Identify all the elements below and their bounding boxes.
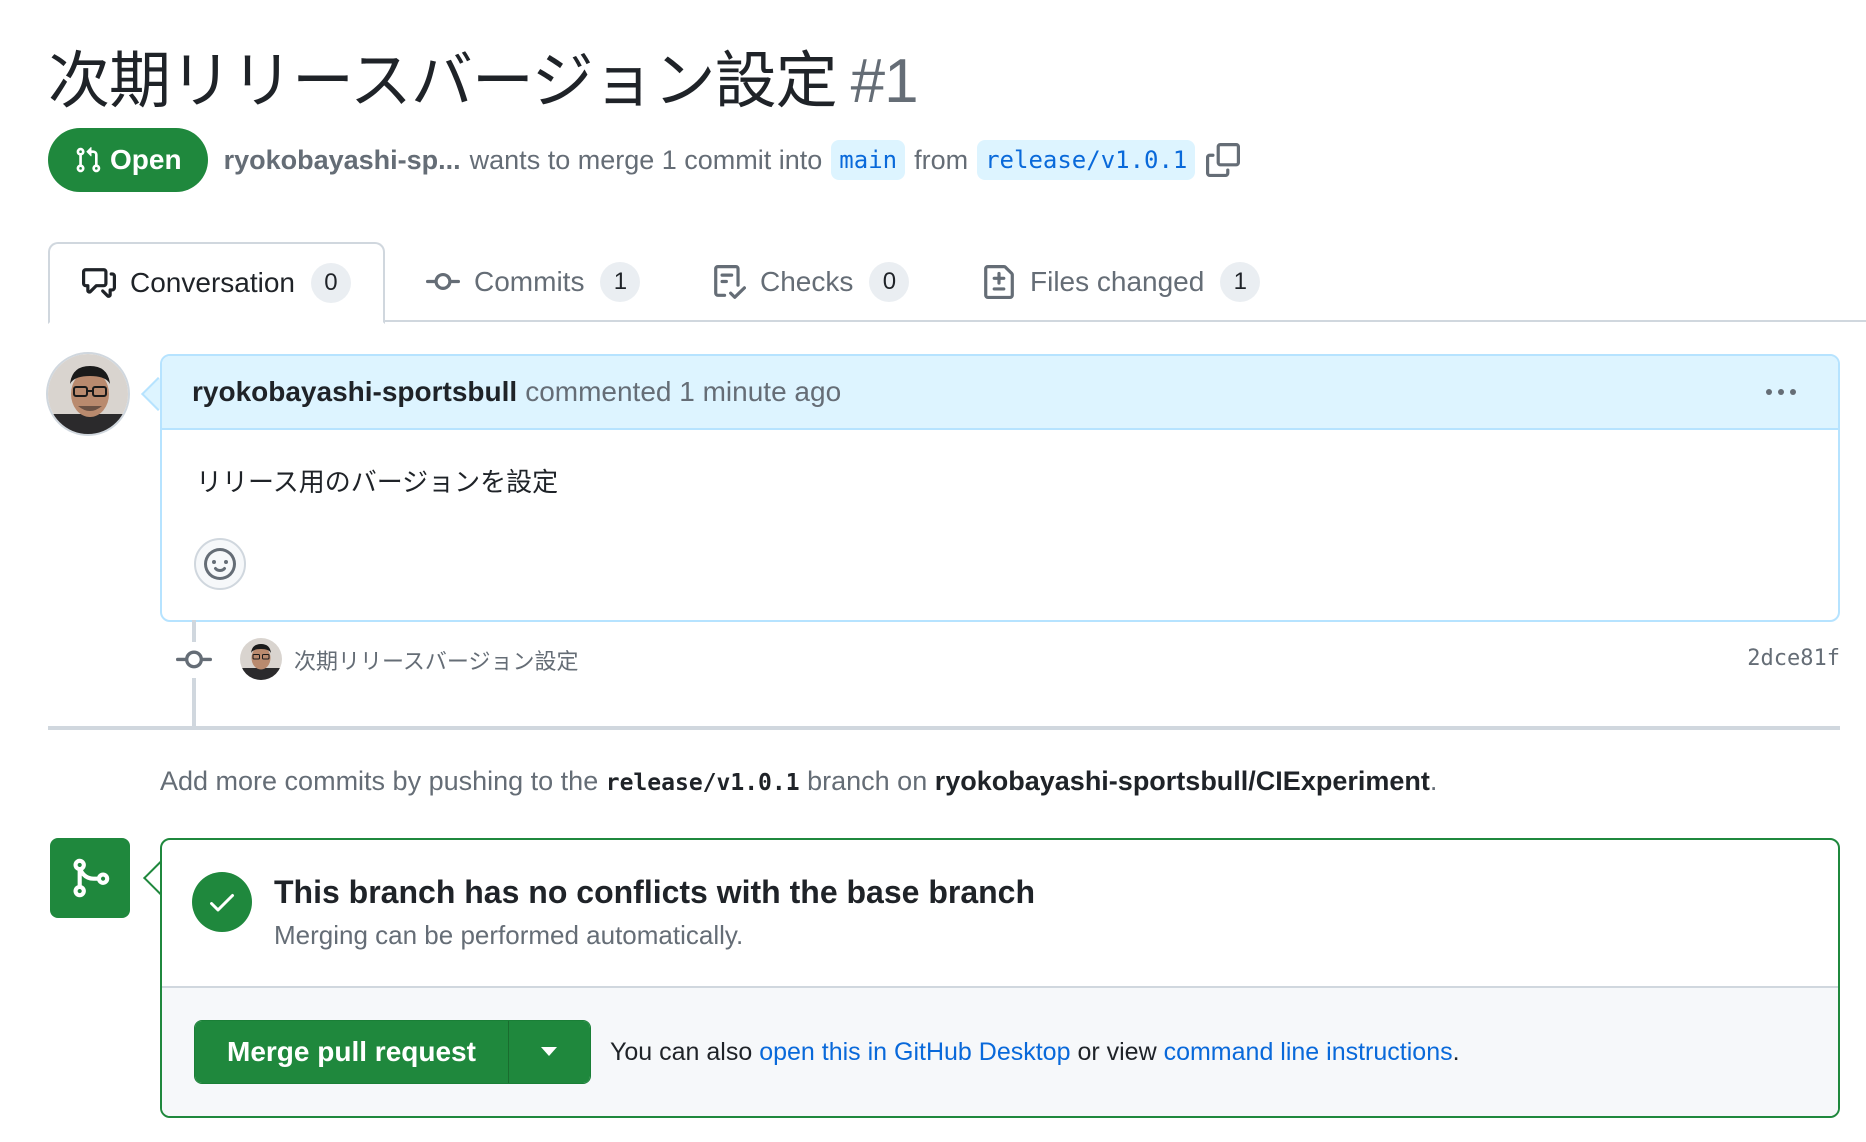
- pr-title: 次期リリースバージョン設定 #1: [48, 30, 919, 120]
- push-hint-branch: release/v1.0.1: [605, 770, 800, 796]
- user-avatar-image: [48, 354, 128, 434]
- merge-status-section: This branch has no conflicts with the ba…: [162, 840, 1838, 988]
- commit-sha-link[interactable]: 2dce81f: [1747, 646, 1840, 671]
- git-merge-icon: [73, 858, 110, 898]
- from-text: from: [914, 144, 969, 175]
- state-label: Open: [110, 144, 182, 175]
- push-hint-prefix: Add more commits by pushing to the: [160, 766, 599, 796]
- pr-header-meta: Open ryokobayashi-sp... wants to merge 1…: [48, 128, 1241, 192]
- tab-commits[interactable]: Commits 1: [426, 242, 641, 322]
- user-avatar-image: [240, 638, 282, 680]
- state-badge: Open: [48, 128, 208, 192]
- base-branch-label[interactable]: main: [831, 140, 906, 180]
- merge-alternatives-text: You can also open this in GitHub Desktop…: [610, 1038, 1460, 1067]
- pr-tabs: Conversation 0 Commits 1 Checks 0 Files …: [48, 242, 1866, 324]
- tab-commits-counter: 1: [600, 262, 641, 302]
- merge-status-icon: [50, 838, 130, 918]
- tab-commits-label: Commits: [474, 266, 585, 297]
- tab-files-changed-counter: 1: [1220, 262, 1261, 302]
- git-commit-icon: [426, 272, 460, 290]
- pr-author-link[interactable]: ryokobayashi-sp...: [224, 145, 461, 176]
- comment-header: ryokobayashi-sportsbull commented 1 minu…: [162, 356, 1838, 430]
- push-hint-repo: ryokobayashi-sportsbull/CIExperiment: [934, 766, 1430, 796]
- triangle-down-icon: [541, 1047, 558, 1056]
- kebab-horizontal-icon[interactable]: [1756, 370, 1806, 414]
- merge-status-subtext: Merging can be performed automatically.: [274, 920, 744, 950]
- tab-conversation-counter: 0: [310, 263, 351, 303]
- comment-box: ryokobayashi-sportsbull commented 1 minu…: [160, 354, 1840, 622]
- commit-author-avatar[interactable]: [240, 638, 282, 680]
- avatar[interactable]: [46, 352, 130, 436]
- checklist-icon: [714, 265, 746, 299]
- head-branch-label[interactable]: release/v1.0.1: [977, 140, 1196, 180]
- comment-body: リリース用のバージョンを設定: [196, 468, 559, 498]
- merge-description: wants to merge 1 commit into: [469, 144, 823, 175]
- comment-discussion-icon: [82, 268, 116, 298]
- merge-button-group: Merge pull request: [194, 1020, 591, 1084]
- timeline-divider: [48, 726, 1840, 730]
- commit-message-link[interactable]: 次期リリースバージョン設定: [294, 644, 578, 676]
- pr-title-text: 次期リリースバージョン設定: [48, 44, 838, 117]
- git-pull-request-icon: [76, 147, 101, 173]
- file-diff-icon: [984, 265, 1014, 299]
- command-line-instructions-link[interactable]: command line instructions: [1164, 1038, 1453, 1066]
- tab-conversation-label: Conversation: [130, 267, 295, 298]
- merge-alt-suffix: .: [1452, 1038, 1460, 1066]
- push-hint-suffix: .: [1429, 766, 1438, 796]
- comment-timestamp[interactable]: commented 1 minute ago: [525, 376, 841, 408]
- pr-number: #1: [850, 47, 919, 116]
- add-reaction-button[interactable]: [194, 538, 246, 590]
- merge-box: This branch has no conflicts with the ba…: [160, 838, 1840, 1118]
- merge-alt-middle: or view: [1077, 1038, 1157, 1066]
- merge-alt-prefix: You can also: [610, 1038, 753, 1066]
- merge-pull-request-button[interactable]: Merge pull request: [195, 1021, 508, 1083]
- push-hint-middle: branch on: [807, 766, 928, 796]
- open-in-github-desktop-link[interactable]: open this in GitHub Desktop: [759, 1038, 1070, 1066]
- git-commit-icon: [176, 642, 212, 678]
- merge-status-heading: This branch has no conflicts with the ba…: [274, 874, 1036, 910]
- smiley-icon: [204, 548, 236, 580]
- comment-author-link[interactable]: ryokobayashi-sportsbull: [192, 376, 517, 408]
- tab-conversation[interactable]: Conversation 0: [48, 242, 385, 324]
- check-circle-icon: [192, 872, 252, 932]
- merge-actions: Merge pull request You can also open thi…: [162, 988, 1838, 1116]
- merge-method-dropdown-button[interactable]: [507, 1021, 590, 1083]
- tab-files-changed[interactable]: Files changed 1: [982, 242, 1261, 322]
- tab-files-changed-label: Files changed: [1030, 266, 1205, 297]
- timeline-commit-item: 次期リリースバージョン設定 2dce81f: [176, 640, 1840, 682]
- tab-checks[interactable]: Checks 0: [712, 242, 910, 322]
- check-icon: [210, 894, 234, 912]
- copy-icon[interactable]: [1206, 143, 1241, 177]
- push-hint: Add more commits by pushing to the relea…: [160, 766, 1437, 797]
- tab-checks-counter: 0: [869, 262, 910, 302]
- tab-checks-label: Checks: [760, 266, 854, 297]
